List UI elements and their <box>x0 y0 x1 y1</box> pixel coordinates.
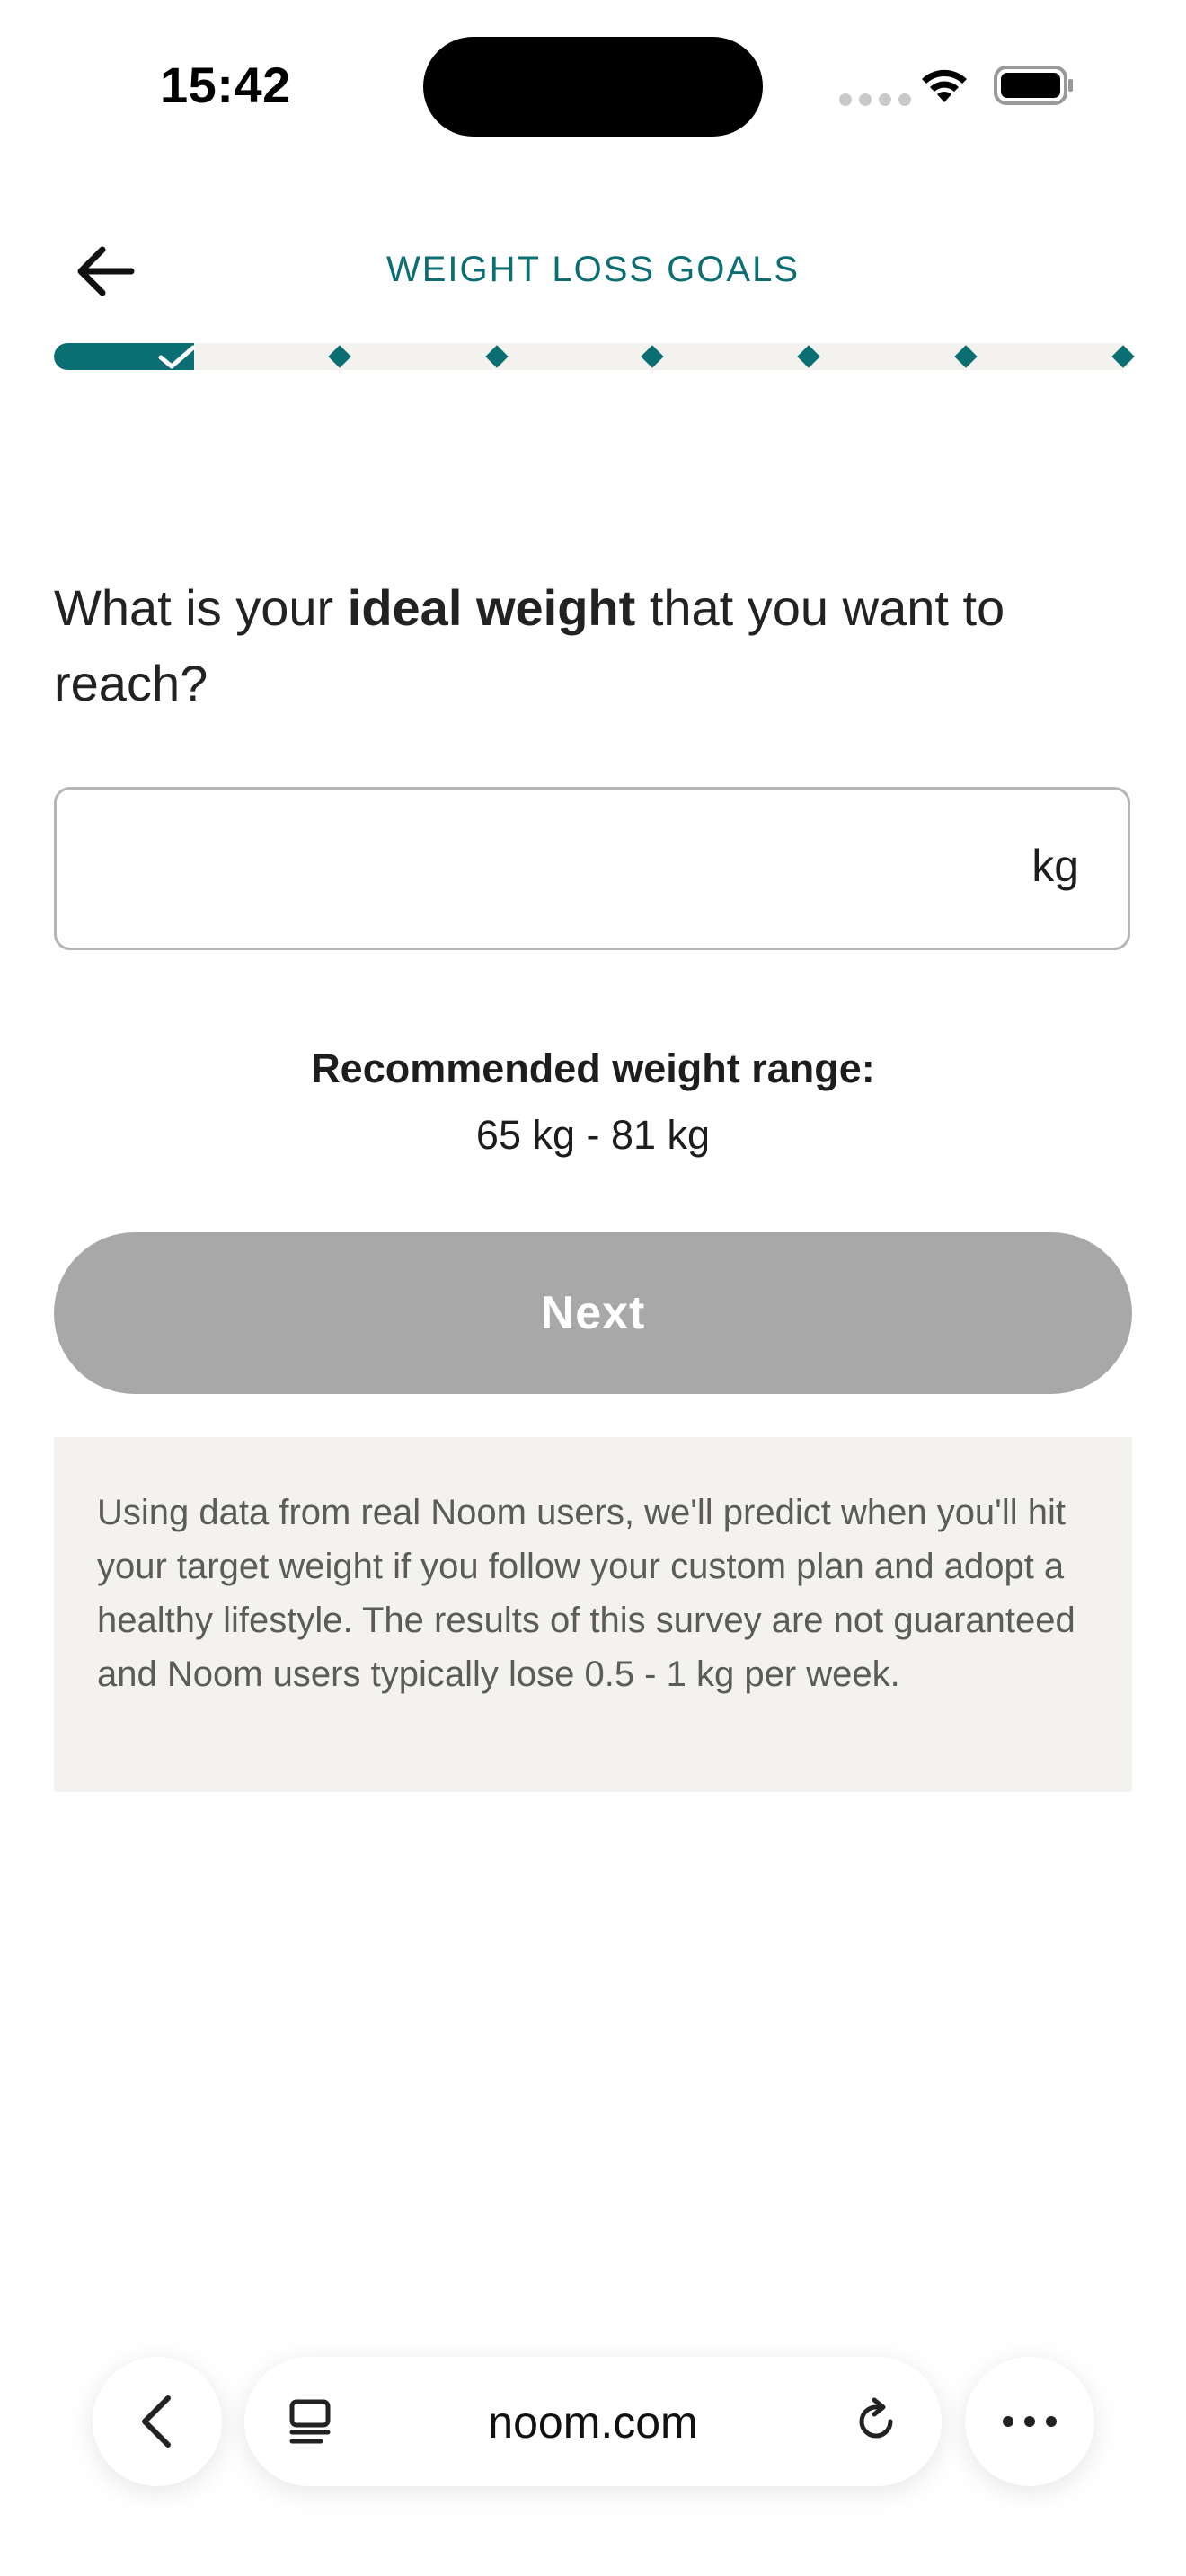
recommended-range-value: 65 kg - 81 kg <box>475 1112 711 1158</box>
recommended-range-label: Recommended weight range: <box>311 1045 875 1091</box>
battery-icon <box>994 66 1073 105</box>
unit-label: kg <box>1031 841 1079 891</box>
checkmark-icon <box>158 345 196 369</box>
disclaimer-text: Using data from real Noom users, we'll p… <box>97 1493 1075 1694</box>
ideal-weight-field[interactable]: kg <box>54 787 1130 950</box>
next-button[interactable]: Next <box>54 1232 1132 1394</box>
more-icon <box>1003 2416 1057 2427</box>
cellular-signal-icon <box>839 93 911 106</box>
question-text: What is your ideal weight that you want … <box>54 570 1132 721</box>
question-emphasis: ideal weight <box>347 579 636 636</box>
reload-icon[interactable] <box>849 2395 903 2448</box>
disclaimer-box: Using data from real Noom users, we'll p… <box>54 1437 1132 1792</box>
page-title: WEIGHT LOSS GOALS <box>385 250 801 289</box>
chevron-left-icon <box>142 2395 171 2448</box>
question-prefix: What is your <box>54 579 348 636</box>
more-options-button[interactable] <box>965 2357 1094 2486</box>
wifi-icon <box>922 69 967 102</box>
browser-back-button[interactable] <box>93 2357 222 2486</box>
address-bar[interactable]: noom.com <box>244 2357 942 2486</box>
dynamic-island <box>423 37 763 137</box>
ideal-weight-input[interactable] <box>84 825 986 917</box>
url-text[interactable]: noom.com <box>244 2396 942 2448</box>
status-time: 15:42 <box>160 57 291 113</box>
